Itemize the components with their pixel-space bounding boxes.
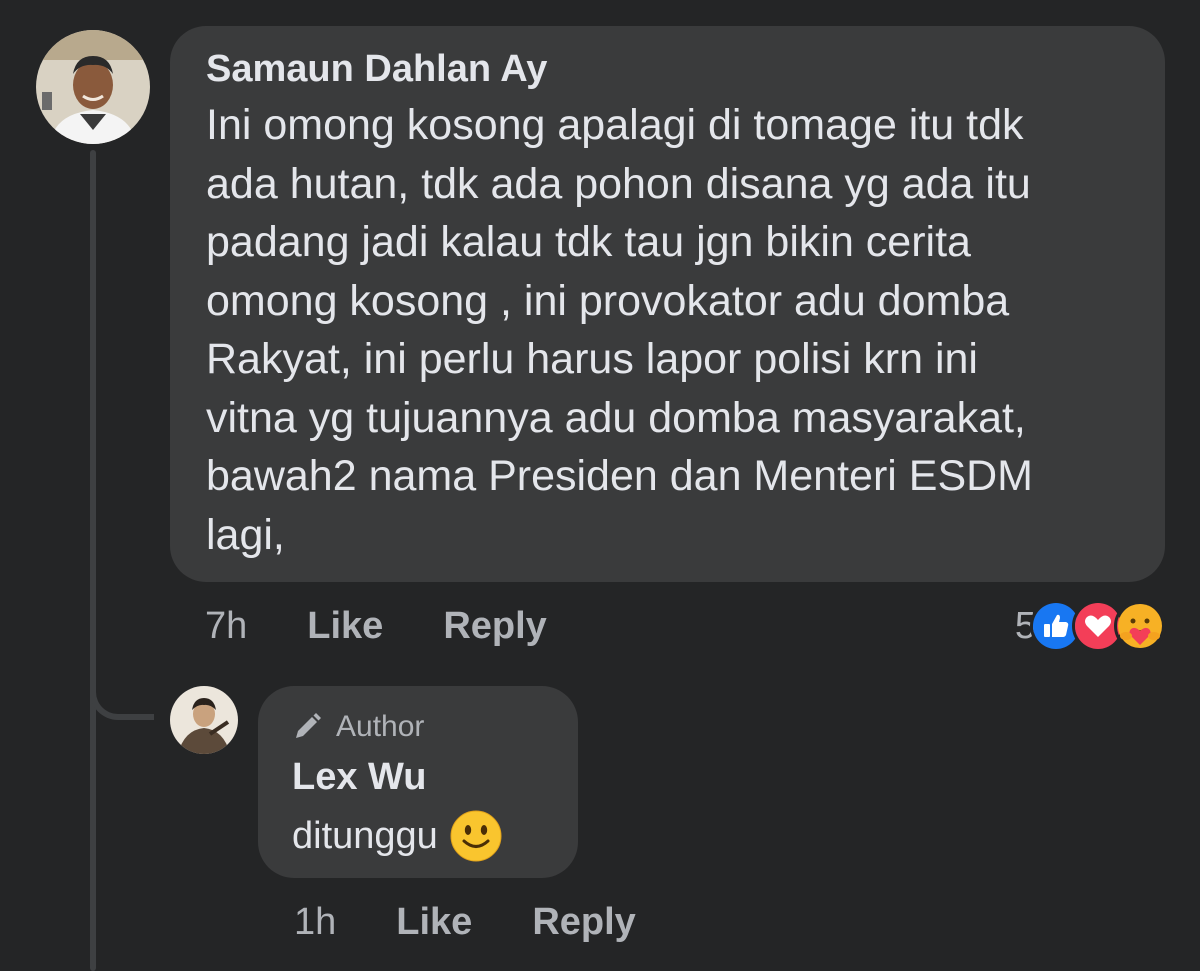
author-badge: Author xyxy=(292,708,544,746)
like-button[interactable]: Like xyxy=(307,605,383,648)
reply-actions: 1h Like Reply xyxy=(294,896,636,948)
reactions-summary[interactable]: 5 xyxy=(1015,600,1166,652)
smile-emoji-icon xyxy=(450,810,502,862)
reply-avatar[interactable] xyxy=(170,686,238,754)
reply-connector xyxy=(90,640,154,720)
reply-like-button[interactable]: Like xyxy=(396,901,472,944)
comment-timestamp[interactable]: 7h xyxy=(205,605,247,648)
avatar[interactable] xyxy=(36,30,150,144)
comment-thread: Samaun Dahlan Ay Ini omong kosong apalag… xyxy=(0,0,1200,971)
comment-author-name[interactable]: Samaun Dahlan Ay xyxy=(206,46,1129,92)
reply-timestamp[interactable]: 1h xyxy=(294,901,336,944)
thread-line xyxy=(90,150,96,971)
reply-author-name[interactable]: Lex Wu xyxy=(292,754,544,800)
comment-text: Ini omong kosong apalagi di tomage itu t… xyxy=(206,101,1033,559)
comment-actions: 7h Like Reply xyxy=(205,600,547,652)
pencil-icon xyxy=(296,713,321,738)
care-icon xyxy=(1114,600,1166,652)
comment-bubble: Samaun Dahlan Ay Ini omong kosong apalag… xyxy=(170,26,1165,582)
reply-text-row: ditunggu xyxy=(292,806,544,866)
author-badge-label: Author xyxy=(336,710,425,743)
reply-text: ditunggu xyxy=(292,815,438,857)
reply-button[interactable]: Reply xyxy=(443,605,546,648)
reply-bubble: Author Lex Wu ditunggu xyxy=(258,686,578,878)
reply-reply-button[interactable]: Reply xyxy=(532,901,635,944)
